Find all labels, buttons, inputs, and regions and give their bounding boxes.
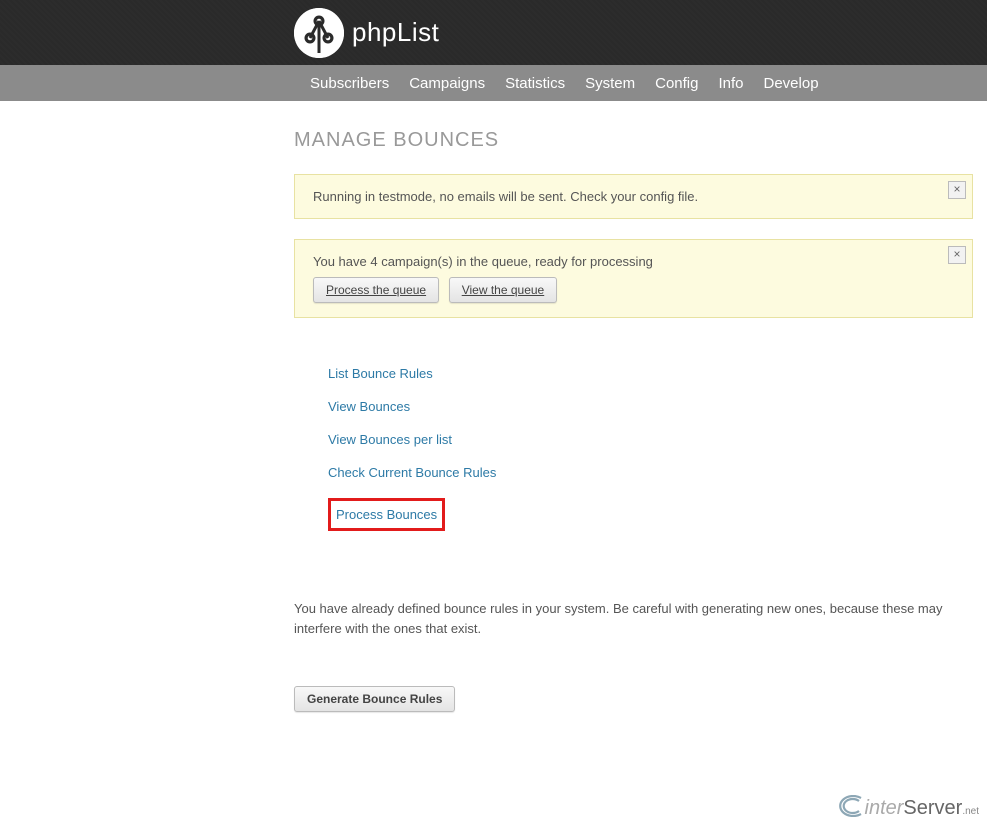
main-nav: Subscribers Campaigns Statistics System … [0, 65, 987, 101]
phplist-icon [294, 8, 344, 58]
brand-text: phpList [352, 17, 439, 48]
nav-subscribers[interactable]: Subscribers [300, 75, 399, 92]
brand-logo[interactable]: phpList [294, 8, 439, 58]
nav-system[interactable]: System [575, 75, 645, 92]
close-icon[interactable]: × [948, 246, 966, 264]
notice-text: You have 4 campaign(s) in the queue, rea… [313, 254, 954, 269]
nav-develop[interactable]: Develop [754, 75, 829, 92]
main-content: MANAGE BOUNCES × Running in testmode, no… [0, 101, 987, 752]
list-item: List Bounce Rules [328, 366, 973, 381]
top-bar: phpList [0, 0, 987, 65]
view-queue-button[interactable]: View the queue [449, 277, 558, 303]
nav-info[interactable]: Info [708, 75, 753, 92]
page-title: MANAGE BOUNCES [294, 129, 973, 152]
list-item: View Bounces per list [328, 432, 973, 447]
link-process-bounces[interactable]: Process Bounces [328, 498, 445, 531]
nav-campaigns[interactable]: Campaigns [399, 75, 495, 92]
notice-text: Running in testmode, no emails will be s… [313, 189, 698, 204]
footer-logo: interServer.net [0, 752, 987, 830]
close-icon[interactable]: × [948, 181, 966, 199]
notice-queue: × You have 4 campaign(s) in the queue, r… [294, 239, 973, 318]
warning-text: You have already defined bounce rules in… [294, 599, 973, 638]
generate-bounce-rules-button[interactable]: Generate Bounce Rules [294, 686, 455, 712]
nav-config[interactable]: Config [645, 75, 708, 92]
link-view-bounces[interactable]: View Bounces [328, 399, 410, 414]
process-queue-button[interactable]: Process the queue [313, 277, 439, 303]
bounce-links-list: List Bounce Rules View Bounces View Boun… [294, 338, 973, 579]
notice-testmode: × Running in testmode, no emails will be… [294, 174, 973, 219]
link-check-current-bounce-rules[interactable]: Check Current Bounce Rules [328, 465, 496, 480]
list-item: View Bounces [328, 399, 973, 414]
link-list-bounce-rules[interactable]: List Bounce Rules [328, 366, 433, 381]
list-item: Check Current Bounce Rules [328, 465, 973, 480]
list-item: Process Bounces [328, 498, 973, 531]
interserver-icon [839, 795, 865, 823]
link-view-bounces-per-list[interactable]: View Bounces per list [328, 432, 452, 447]
nav-statistics[interactable]: Statistics [495, 75, 575, 92]
